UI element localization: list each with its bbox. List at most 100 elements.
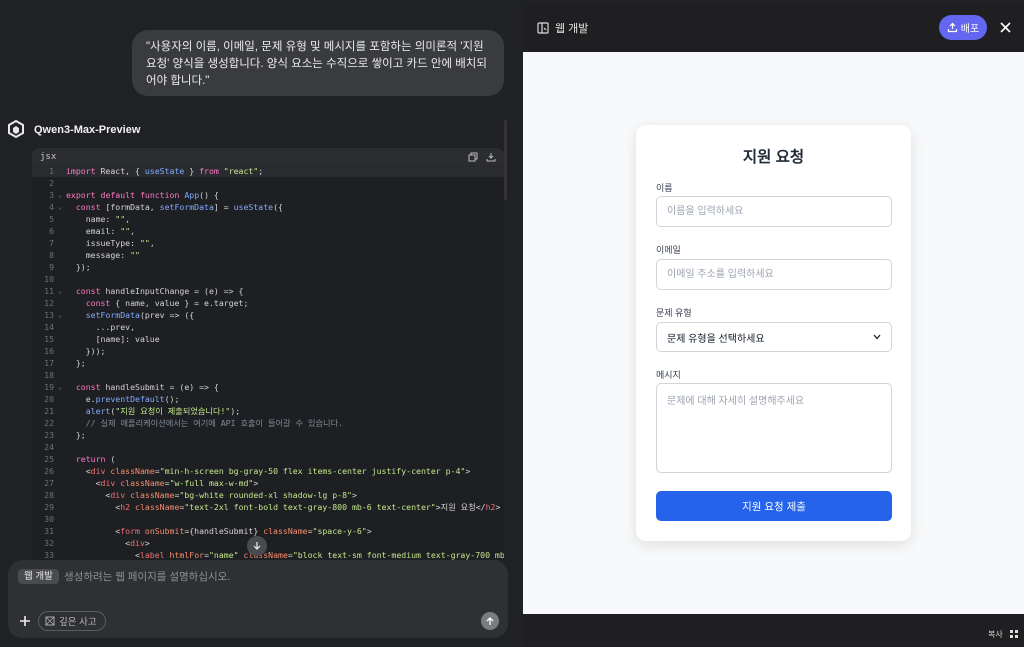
code-line: 30 xyxy=(32,513,504,525)
line-number: 28 xyxy=(44,490,54,500)
fold-icon xyxy=(58,321,66,333)
submit-button[interactable]: 지원 요청 제출 xyxy=(656,491,892,521)
atom-icon xyxy=(45,616,55,626)
code-line: 10 xyxy=(32,273,504,285)
fold-icon xyxy=(58,477,66,489)
fold-icon[interactable]: ⌄ xyxy=(58,201,66,213)
add-attachment-button[interactable] xyxy=(16,612,34,630)
code-text: e.preventDefault(); xyxy=(66,394,180,404)
fold-icon xyxy=(58,405,66,417)
code-line: 11 ⌄ const handleInputChange = (e) => { xyxy=(32,285,504,297)
code-line: 7 issueType: "", xyxy=(32,237,504,249)
line-number: 21 xyxy=(44,406,54,416)
download-icon[interactable] xyxy=(486,152,496,162)
fold-icon[interactable]: ⌄ xyxy=(58,309,66,321)
code-lines: 1 import React, { useState } from "react"… xyxy=(32,165,504,560)
line-number: 30 xyxy=(44,514,54,524)
line-number: 13 xyxy=(44,310,54,320)
line-number: 31 xyxy=(44,526,54,536)
code-line: 8 message: "" xyxy=(32,249,504,261)
fold-icon[interactable]: ⌄ xyxy=(58,189,66,201)
code-line: 14 ...prev, xyxy=(32,321,504,333)
line-number: 17 xyxy=(44,358,54,368)
line-number: 20 xyxy=(44,394,54,404)
code-line: 4 ⌄ const [formData, setFormData] = useSt… xyxy=(32,201,504,213)
fold-icon xyxy=(58,357,66,369)
line-number: 16 xyxy=(44,346,54,356)
scroll-down-button[interactable] xyxy=(247,536,267,556)
fold-icon xyxy=(58,345,66,357)
line-number: 10 xyxy=(44,274,54,284)
email-label: 이메일 xyxy=(656,245,681,255)
issue-type-label: 문제 유형 xyxy=(656,308,692,318)
code-text: <label htmlFor="name" className="block t… xyxy=(66,550,504,560)
model-header: Qwen3-Max-Preview xyxy=(6,120,140,140)
issue-type-select[interactable]: 문제 유형을 선택하세요 xyxy=(656,322,892,352)
line-number: 32 xyxy=(44,538,54,548)
fold-icon xyxy=(58,429,66,441)
code-text: [name]: value xyxy=(66,334,160,344)
grid-icon[interactable] xyxy=(1010,630,1018,638)
code-line: 9 }); xyxy=(32,261,504,273)
copy-icon[interactable] xyxy=(468,152,478,162)
user-message-bubble: "사용자의 이름, 이메일, 문제 유형 및 메시지를 포함하는 의미론적 '지… xyxy=(132,30,504,96)
line-number: 9 xyxy=(49,262,54,272)
code-line: 29 <h2 className="text-2xl font-bold tex… xyxy=(32,501,504,513)
message-textarea[interactable] xyxy=(656,383,892,473)
line-number: 6 xyxy=(49,226,54,236)
line-number: 3 xyxy=(49,190,54,200)
code-text: }); xyxy=(66,262,91,272)
line-number: 4 xyxy=(49,202,54,212)
mode-chip[interactable]: 웹 개발 xyxy=(18,569,59,584)
fold-icon xyxy=(58,333,66,345)
arrow-up-icon xyxy=(486,617,494,625)
chat-column: "사용자의 이름, 이메일, 문제 유형 및 메시지를 포함하는 의미론적 '지… xyxy=(0,0,520,647)
code-text: setFormData(prev => ({ xyxy=(85,310,195,320)
code-line: 1 import React, { useState } from "react"… xyxy=(32,165,504,177)
line-number: 15 xyxy=(44,334,54,344)
code-text: })); xyxy=(66,346,106,356)
deep-think-toggle[interactable]: 깊은 사고 xyxy=(38,611,106,631)
fold-icon xyxy=(58,501,66,513)
fold-icon xyxy=(58,273,66,285)
code-line: 5 name: "", xyxy=(32,213,504,225)
code-text: message: "" xyxy=(66,250,140,260)
prompt-input[interactable] xyxy=(64,568,484,586)
code-line: 32 <div> xyxy=(32,537,504,549)
code-text: const { name, value } = e.target; xyxy=(85,298,249,308)
code-line: 27 <div className="w-full max-w-md"> xyxy=(32,477,504,489)
email-input[interactable] xyxy=(656,259,892,290)
fold-icon xyxy=(58,465,66,477)
code-line: 2 xyxy=(32,177,504,189)
fold-icon xyxy=(58,441,66,453)
code-line: 28 <div className="bg-white rounded-xl s… xyxy=(32,489,504,501)
form-title: 지원 요청 xyxy=(742,149,805,166)
code-line: 22 // 실제 애플리케이션에서는 여기에 API 호출이 들어갈 수 있습니… xyxy=(32,417,504,429)
code-line: 20 e.preventDefault(); xyxy=(32,393,504,405)
code-line: 24 xyxy=(32,441,504,453)
fold-icon[interactable]: ⌄ xyxy=(58,285,66,297)
chevron-down-icon xyxy=(873,334,881,340)
code-line: 15 [name]: value xyxy=(32,333,504,345)
column-scrollbar[interactable] xyxy=(504,120,507,200)
name-input[interactable] xyxy=(656,196,892,227)
line-number: 2 xyxy=(49,178,54,188)
fold-icon[interactable]: ⌄ xyxy=(58,381,66,393)
fold-icon xyxy=(58,489,66,501)
code-text: <h2 className="text-2xl font-bold text-g… xyxy=(66,502,501,512)
fold-icon xyxy=(58,225,66,237)
deploy-button[interactable]: 배포 xyxy=(939,15,987,40)
code-line: 19 ⌄ const handleSubmit = (e) => { xyxy=(32,381,504,393)
line-number: 23 xyxy=(44,430,54,440)
send-button[interactable] xyxy=(481,612,499,630)
copy-button[interactable]: 복사 xyxy=(988,629,1003,640)
fold-icon xyxy=(58,525,66,537)
code-text: ...prev, xyxy=(66,322,136,332)
code-text: // 실제 애플리케이션에서는 여기에 API 호출이 들어갈 수 있습니다. xyxy=(66,418,344,428)
close-button[interactable] xyxy=(996,18,1014,36)
code-line: 17 }; xyxy=(32,357,504,369)
fold-icon xyxy=(58,297,66,309)
line-number: 18 xyxy=(44,370,54,380)
code-line: 18 xyxy=(32,369,504,381)
code-line: 13 ⌄ setFormData(prev => ({ xyxy=(32,309,504,321)
